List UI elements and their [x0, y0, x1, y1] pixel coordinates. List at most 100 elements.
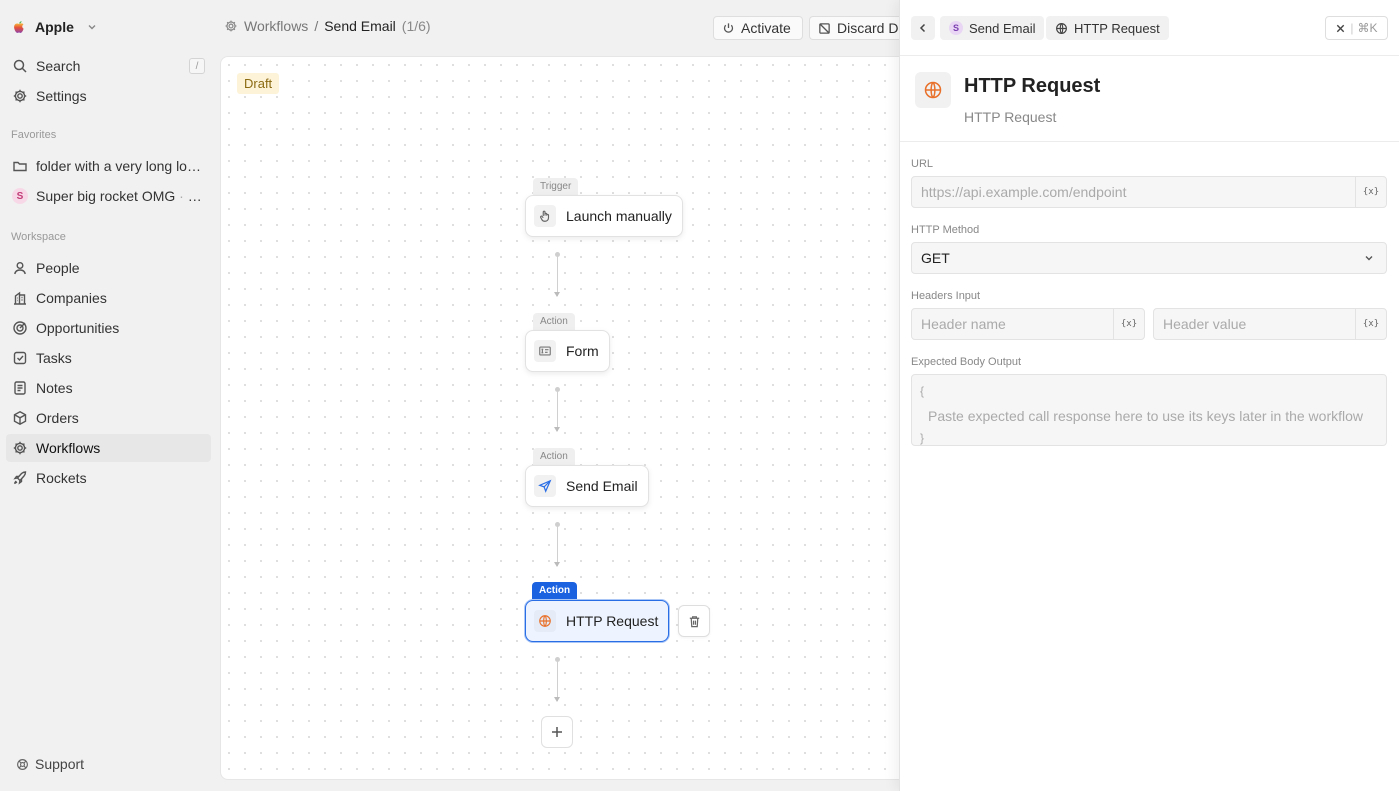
- sidebar-item-label: People: [36, 260, 80, 276]
- close-panel-button[interactable]: | ⌘K: [1325, 16, 1388, 40]
- sidebar-item-settings[interactable]: Settings: [6, 82, 211, 110]
- workflow-canvas[interactable]: Draft Trigger Launch manually Action For…: [220, 56, 900, 780]
- node-icon-wrap: [534, 205, 556, 227]
- favorite-item-rocket[interactable]: S Super big rocket OMG · Rockets: [6, 182, 211, 210]
- sidebar-item-people[interactable]: People: [6, 254, 211, 282]
- panel-header: S Send Email HTTP Request | ⌘K: [900, 0, 1399, 56]
- panel-crumb-send-email[interactable]: S Send Email: [940, 16, 1045, 40]
- node-icon-wrap: [534, 340, 556, 362]
- node-icon-wrap: [534, 475, 556, 497]
- favorite-item-object: · Rockets: [179, 188, 208, 204]
- status-badge: Draft: [237, 73, 280, 94]
- insert-variable-button[interactable]: {x}: [1355, 177, 1386, 207]
- workflow-header: Workflows / Send Email (1/6) Activate Di…: [220, 0, 900, 56]
- sidebar-item-companies[interactable]: Companies: [6, 284, 211, 312]
- globe-icon: [539, 615, 551, 627]
- sidebar-item-label: Tasks: [36, 350, 72, 366]
- sidebar-item-notes[interactable]: Notes: [6, 374, 211, 402]
- node-tag: Action: [533, 313, 575, 330]
- sidebar-item-label: Rockets: [36, 470, 87, 486]
- add-step-button[interactable]: [541, 716, 573, 748]
- header-value-placeholder: Header value: [1163, 316, 1247, 332]
- code-line: }: [920, 431, 925, 445]
- chevron-down-icon: [1365, 256, 1373, 261]
- workflow-node-form[interactable]: Form: [525, 330, 610, 372]
- help-circle-icon: [17, 758, 28, 770]
- sidebar-item-opportunities[interactable]: Opportunities: [6, 314, 211, 342]
- sidebar-item-rockets[interactable]: Rockets: [6, 464, 211, 492]
- expected-body-label: Expected Body Output: [911, 356, 1022, 368]
- node-label: Launch manually: [566, 208, 672, 224]
- back-button[interactable]: [911, 16, 935, 40]
- url-input[interactable]: https://api.example.com/endpoint {x}: [911, 176, 1387, 208]
- sidebar-item-workflows[interactable]: Workflows: [6, 434, 211, 462]
- sidebar-item-label: Settings: [36, 88, 87, 104]
- node-connector: [554, 252, 560, 297]
- record-avatar: S: [12, 188, 28, 204]
- sidebar-item-label: Workflows: [36, 440, 101, 456]
- target-icon: [13, 321, 27, 335]
- chevron-down-icon: [88, 25, 96, 30]
- workspace-name: Apple: [35, 19, 74, 35]
- folder-icon: [13, 161, 27, 172]
- breadcrumb-root-link[interactable]: Workflows: [244, 18, 308, 34]
- url-placeholder: https://api.example.com/endpoint: [921, 184, 1127, 200]
- workspace-section-label: Workspace: [11, 231, 66, 243]
- favorite-item-label: Super big rocket OMG: [36, 188, 176, 204]
- breadcrumb-current: Send Email: [324, 18, 396, 34]
- power-icon: [723, 22, 734, 33]
- http-method-label: HTTP Method: [911, 224, 980, 236]
- breadcrumb: Workflows / Send Email (1/6): [224, 18, 431, 34]
- building-icon: [14, 291, 26, 305]
- sidebar-item-label: Search: [36, 58, 81, 74]
- breadcrumb-separator: /: [314, 18, 319, 34]
- activate-button[interactable]: Activate: [713, 16, 803, 40]
- node-label: HTTP Request: [566, 613, 659, 629]
- favorite-item-folder[interactable]: folder with a very long long long name: [6, 152, 211, 180]
- discard-draft-button[interactable]: Discard Draft: [809, 16, 900, 40]
- support-button[interactable]: Support: [16, 756, 84, 772]
- sidebar-item-tasks[interactable]: Tasks: [6, 344, 211, 372]
- chevron-left-icon: [919, 23, 926, 33]
- step-subtitle: HTTP Request: [964, 109, 1057, 125]
- sidebar-item-search[interactable]: Search /: [6, 52, 211, 80]
- sidebar-item-orders[interactable]: Orders: [6, 404, 211, 432]
- node-connector: [554, 657, 560, 702]
- support-label: Support: [35, 756, 85, 772]
- node-connector: [554, 522, 560, 567]
- insert-variable-button[interactable]: {x}: [1113, 309, 1144, 339]
- dropdown-wrap: [1352, 252, 1386, 264]
- form-icon: [539, 346, 551, 356]
- plus-icon: [552, 727, 562, 737]
- http-method-select[interactable]: GET: [911, 242, 1387, 274]
- discard-label: Discard Draft: [837, 20, 900, 36]
- panel-crumb-http-request[interactable]: HTTP Request: [1046, 16, 1169, 40]
- code-line: {: [920, 384, 925, 398]
- globe-icon: [1056, 22, 1067, 34]
- url-label: URL: [911, 158, 934, 170]
- workflow-node-http-request[interactable]: HTTP Request: [525, 600, 670, 642]
- http-method-value: GET: [921, 250, 950, 266]
- apple-logo-icon: [14, 21, 24, 33]
- box-icon: [13, 411, 27, 425]
- sidebar-item-label: Opportunities: [36, 320, 120, 336]
- step-summary: HTTP Request HTTP Request: [900, 56, 1399, 142]
- send-icon: [538, 479, 552, 493]
- crumb-label: HTTP Request: [1074, 20, 1160, 36]
- workflow-node-launch-manually[interactable]: Launch manually: [525, 195, 683, 237]
- header-value-input[interactable]: Header value {x}: [1153, 308, 1387, 340]
- node-label: Form: [566, 343, 599, 359]
- node-connector: [554, 387, 560, 432]
- node-label: Send Email: [566, 478, 638, 494]
- close-icon: [1337, 24, 1345, 32]
- expected-body-editor[interactable]: { Paste expected call response here to u…: [911, 374, 1387, 446]
- delete-node-button[interactable]: [678, 605, 710, 637]
- insert-variable-button[interactable]: {x}: [1355, 309, 1386, 339]
- workflow-node-send-email[interactable]: Send Email: [525, 465, 649, 507]
- crumb-label: Send Email: [969, 20, 1036, 36]
- node-tag: Trigger: [533, 178, 579, 195]
- step-title[interactable]: HTTP Request: [964, 75, 1100, 98]
- headers-input-label: Headers Input: [911, 290, 981, 302]
- workspace-switcher[interactable]: Apple: [11, 16, 98, 38]
- header-name-input[interactable]: Header name {x}: [911, 308, 1145, 340]
